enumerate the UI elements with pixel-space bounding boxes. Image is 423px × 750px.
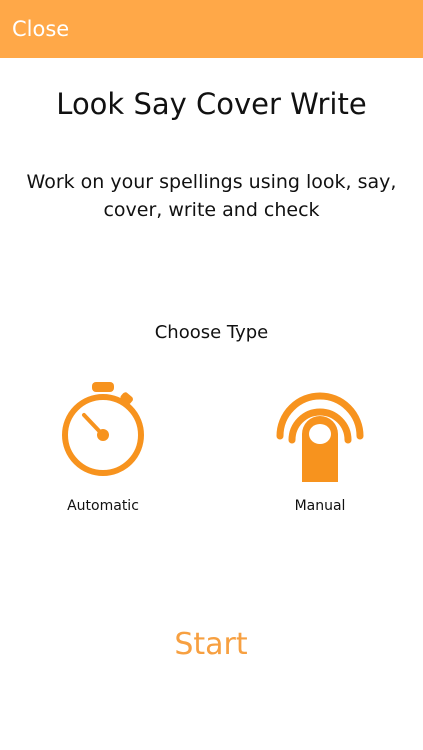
automatic-label: Automatic bbox=[67, 498, 139, 514]
finger-touch-icon bbox=[275, 378, 365, 483]
page-description: Work on your spellings using look, say, … bbox=[26, 171, 397, 221]
start-button[interactable]: Start bbox=[131, 620, 291, 670]
choose-type-label: Choose Type bbox=[154, 322, 269, 343]
page-title: Look Say Cover Write bbox=[56, 87, 367, 121]
screen: Close Look Say Cover Write Work on your … bbox=[0, 0, 423, 750]
manual-option-button[interactable]: Manual bbox=[250, 378, 390, 528]
automatic-option-button[interactable]: Automatic bbox=[33, 378, 173, 528]
close-button[interactable]: Close bbox=[12, 15, 69, 43]
stopwatch-icon bbox=[58, 378, 148, 483]
top-bar: Close bbox=[0, 0, 423, 58]
manual-label: Manual bbox=[294, 498, 346, 514]
